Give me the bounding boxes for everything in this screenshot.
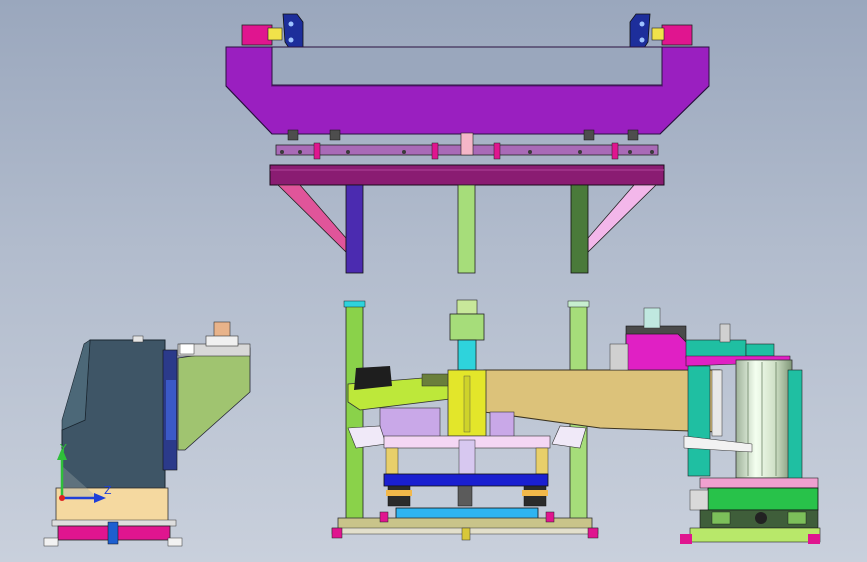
upper-crossbeam — [269, 164, 665, 186]
triad-origin — [59, 495, 65, 501]
magenta-housing — [625, 333, 691, 371]
right-clamp-handle — [629, 13, 651, 49]
cad-viewport[interactable]: Y Z — [0, 0, 867, 562]
upper-post-left — [345, 184, 364, 274]
blue-plate — [383, 473, 549, 487]
left-end-block — [241, 24, 273, 46]
y-axis-label: Y — [59, 442, 67, 455]
green-clamp-block — [707, 487, 819, 511]
cyan-column — [457, 339, 477, 371]
right-end-block — [661, 24, 693, 46]
upper-fixture — [225, 13, 710, 274]
upper-post-right — [570, 184, 589, 274]
cylinder-column — [735, 359, 793, 479]
cad-assembly-drawing: Y Z — [43, 13, 821, 547]
left-side-module — [43, 321, 251, 547]
lower-post-left — [345, 303, 364, 521]
upper-post-center — [457, 184, 476, 274]
z-axis-label: Z — [104, 484, 112, 497]
tan-beam — [483, 369, 721, 433]
left-clamp-handle — [282, 13, 304, 49]
right-brace — [587, 184, 657, 253]
left-brace — [277, 184, 347, 253]
green-wedge — [177, 347, 251, 451]
